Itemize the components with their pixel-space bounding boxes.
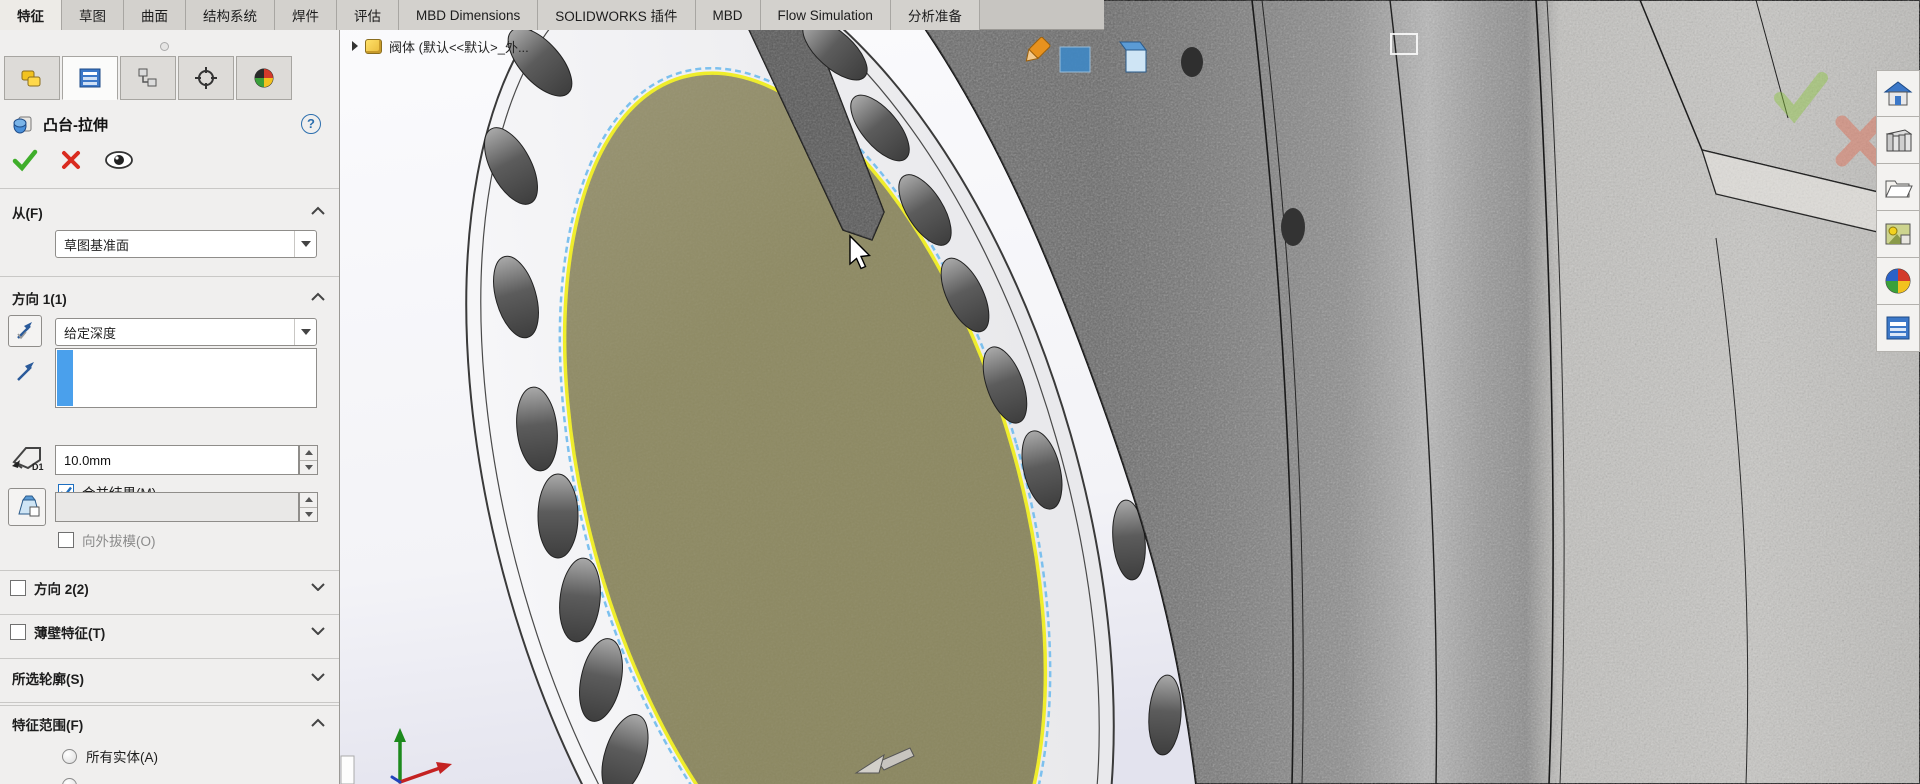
depth-spinner[interactable] (299, 445, 318, 475)
feature-title-text: 凸台-拉伸 (43, 114, 108, 135)
task-pane-toolbar (1876, 70, 1920, 352)
property-manager-panel: 凸台-拉伸 ? 从(F) 草图基准面 方向 1(1) (0, 30, 340, 784)
chevron-down-icon[interactable] (311, 582, 325, 591)
feature-scope-label[interactable]: 特征范围(F) (12, 714, 83, 734)
help-icon[interactable]: ? (301, 114, 321, 134)
tab-mbd-dimensions[interactable]: MBD Dimensions (399, 0, 538, 30)
manager-pane-tabs (4, 56, 294, 100)
tab-flow-simulation[interactable]: Flow Simulation (761, 0, 891, 30)
selected-contours-label[interactable]: 所选轮廓(S) (12, 668, 84, 688)
tab-features[interactable]: 特征 (0, 0, 62, 30)
from-section-label[interactable]: 从(F) (12, 202, 43, 222)
draft-button[interactable] (8, 488, 46, 526)
start-condition-value: 草图基准面 (56, 235, 294, 254)
tree-expander-icon[interactable] (352, 41, 358, 51)
tab-addins[interactable]: SOLIDWORKS 插件 (538, 0, 695, 30)
display-manager-icon[interactable] (236, 56, 292, 100)
end-condition-value: 给定深度 (56, 323, 294, 342)
file-explorer-icon[interactable] (1876, 164, 1920, 211)
edit-pencil-icon[interactable] (1022, 37, 1051, 66)
configurations-icon[interactable] (120, 56, 176, 100)
model-viewport[interactable] (340, 0, 1920, 784)
draft-angle-spinner (299, 492, 318, 522)
tab-weldments[interactable]: 焊件 (275, 0, 337, 30)
cancel-x-icon[interactable] (1842, 122, 1878, 160)
depth-icon: D1 (8, 438, 48, 472)
tab-structure-system[interactable]: 结构系统 (186, 0, 275, 30)
appearances-icon[interactable] (1876, 258, 1920, 305)
chevron-up-icon[interactable] (311, 718, 325, 727)
chevron-down-icon[interactable] (294, 319, 316, 345)
part-icon (365, 39, 382, 54)
selection-box-icon (1388, 30, 1424, 60)
reverse-direction-button[interactable] (8, 315, 42, 347)
view-palette-icon[interactable] (1876, 211, 1920, 258)
tab-analysis-preparation[interactable]: 分析准备 (891, 0, 980, 30)
flyout-feature-tree[interactable]: 阀体 (默认<<默认>_外... (352, 35, 529, 57)
preview-eye-icon[interactable] (104, 149, 134, 171)
depth-value: 10.0mm (64, 453, 111, 468)
draft-outward-label: 向外拔模(O) (82, 530, 156, 550)
tab-mbd[interactable]: MBD (696, 0, 761, 30)
selected-bodies-radio[interactable] (62, 778, 77, 784)
cancel-x-icon[interactable] (60, 149, 82, 171)
feature-title: 凸台-拉伸 (12, 114, 108, 135)
end-condition-dropdown[interactable]: 给定深度 (55, 318, 317, 346)
spin-down-icon (300, 507, 317, 522)
home-icon[interactable] (1876, 70, 1920, 117)
design-library-icon[interactable] (1876, 117, 1920, 164)
extrude-box-icon[interactable] (1120, 42, 1146, 72)
depth-input[interactable]: 10.0mm (55, 445, 299, 475)
spin-down-icon[interactable] (300, 460, 317, 475)
thin-feature-checkbox[interactable] (10, 624, 26, 640)
svg-text:D1: D1 (32, 462, 44, 472)
tab-surfaces[interactable]: 曲面 (124, 0, 186, 30)
start-condition-dropdown[interactable]: 草图基准面 (55, 230, 317, 258)
propertymanager-icon[interactable] (62, 56, 118, 100)
selection-highlight (57, 350, 73, 406)
pane-splitter-nub[interactable] (341, 756, 354, 784)
pm-action-bar (12, 148, 134, 172)
selected-bodies-option (62, 778, 77, 784)
direction2-label[interactable]: 方向 2(2) (34, 578, 89, 598)
all-bodies-label: 所有实体(A) (86, 746, 158, 766)
direction2-section: 方向 2(2) (10, 578, 89, 598)
direction1-section-label[interactable]: 方向 1(1) (12, 288, 67, 308)
viewport-overlay-icons (1020, 30, 1180, 80)
thin-feature-section: 薄壁特征(T) (10, 622, 105, 642)
chevron-down-icon[interactable] (294, 231, 316, 257)
chevron-up-icon[interactable] (311, 206, 325, 215)
ribbon-tab-bar: 特征 草图 曲面 结构系统 焊件 评估 MBD Dimensions SOLID… (0, 0, 1104, 30)
boss-extrude-icon (12, 115, 34, 135)
chevron-down-icon[interactable] (311, 626, 325, 635)
all-bodies-option: 所有实体(A) (62, 746, 158, 766)
spin-up-icon (300, 493, 317, 507)
spin-up-icon[interactable] (300, 446, 317, 460)
direction-reference-listbox[interactable] (55, 348, 317, 408)
ok-check-icon[interactable] (12, 148, 38, 172)
solidworks-window: 特征 草图 曲面 结构系统 焊件 评估 MBD Dimensions SOLID… (0, 0, 1920, 784)
tab-evaluate[interactable]: 评估 (337, 0, 399, 30)
draft-outward-checkbox[interactable] (58, 532, 74, 548)
confirm-check-icon[interactable] (1780, 78, 1822, 114)
direction-arrow-icon (14, 360, 38, 384)
draft-angle-input (55, 492, 299, 522)
direction2-checkbox[interactable] (10, 580, 26, 596)
sketch-square-icon[interactable] (1060, 47, 1090, 72)
part-tree-label[interactable]: 阀体 (默认<<默认>_外... (389, 37, 529, 56)
custom-properties-icon[interactable] (1876, 305, 1920, 352)
dimxpert-icon[interactable] (178, 56, 234, 100)
all-bodies-radio[interactable] (62, 749, 77, 764)
draft-outward-row: 向外拔模(O) (58, 530, 156, 550)
panel-resize-handle[interactable] (160, 42, 169, 51)
tab-sketch[interactable]: 草图 (62, 0, 124, 30)
featuremanager-tree-icon[interactable] (4, 56, 60, 100)
chevron-up-icon[interactable] (311, 292, 325, 301)
thin-feature-label[interactable]: 薄壁特征(T) (34, 622, 105, 642)
chevron-down-icon[interactable] (311, 672, 325, 681)
